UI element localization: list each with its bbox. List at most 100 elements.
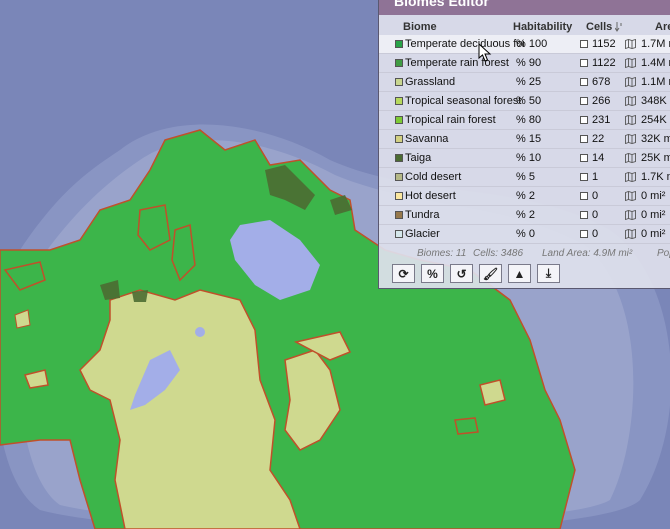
biome-name[interactable]: Hot desert [405,190,524,202]
biome-area: 0 mi² [641,190,666,202]
biome-habitability[interactable]: % 50 [516,95,541,107]
table-row[interactable]: Grassland% 25 678 1.1M mi² [379,73,670,92]
biome-color-swatch[interactable] [395,97,403,105]
download-button[interactable]: ⤓ [537,264,560,283]
biome-cells: 14 [592,152,605,164]
table-row[interactable]: Tropical rain forest% 80 231 254K mi² [379,111,670,130]
biome-color-swatch[interactable] [395,230,403,238]
biome-color-swatch[interactable] [395,173,403,181]
map-icon [625,134,636,144]
biome-name[interactable]: Temperate rain forest [405,57,524,69]
header-area[interactable]: Area [655,21,670,33]
biome-habitability[interactable]: % 10 [516,152,541,164]
biomes-editor-panel: Biomes Editor Biome Habitability Cells A… [378,0,670,289]
biome-name[interactable]: Tropical rain forest [405,114,524,126]
cells-checkbox[interactable] [580,154,588,162]
table-row[interactable]: Savanna% 15 22 32K mi² [379,130,670,149]
footer-land-area: Land Area: 4.9M mi² [542,248,633,259]
table-row[interactable]: Taiga% 10 14 25K mi² [379,149,670,168]
table-row[interactable]: Temperate rain forest% 90 1122 1.4M mi² [379,54,670,73]
biome-habitability[interactable]: % 5 [516,171,535,183]
restore-button[interactable]: ↺ [450,264,473,283]
biome-color-swatch[interactable] [395,59,403,67]
map-icon [625,229,636,239]
biome-cells: 1 [592,171,599,183]
biome-habitability[interactable]: % 25 [516,76,541,88]
biome-area: 254K mi² [641,114,670,126]
table-header: Biome Habitability Cells Area [379,15,670,35]
panel-footer: Biomes: 11 Cells: 3486 Land Area: 4.9M m… [379,244,670,262]
biome-habitability[interactable]: % 15 [516,133,541,145]
biome-habitability[interactable]: % 90 [516,57,541,69]
biome-area: 0 mi² [641,228,666,240]
download-icon: ⤓ [545,266,552,280]
biome-habitability[interactable]: % 2 [516,209,535,221]
cells-checkbox[interactable] [580,211,588,219]
map-icon [625,153,636,163]
refresh-icon: ⟳ [398,266,409,281]
biome-cells: 678 [592,76,611,88]
percent-icon: % [427,266,438,281]
cells-checkbox[interactable] [580,135,588,143]
biome-name[interactable]: Savanna [405,133,524,145]
footer-population: Pop [657,248,670,259]
tree-icon: ▲ [513,266,526,281]
table-row[interactable]: Hot desert% 2 0 0 mi² [379,187,670,206]
biome-color-swatch[interactable] [395,192,403,200]
header-habitability[interactable]: Habitability [513,21,572,33]
mouse-cursor-icon [478,43,492,62]
cells-checkbox[interactable] [580,78,588,86]
cells-checkbox[interactable] [580,230,588,238]
biome-area: 32K mi² [641,133,670,145]
biome-area: 1.1M mi² [641,76,670,88]
biome-area: 25K mi² [641,152,670,164]
biome-color-swatch[interactable] [395,40,403,48]
panel-title[interactable]: Biomes Editor [379,0,670,15]
biome-name[interactable]: Tropical seasonal forest [405,95,524,107]
cells-checkbox[interactable] [580,97,588,105]
biome-cells: 0 [592,209,599,221]
table-row[interactable]: Tropical seasonal forest% 50 266 348K mi² [379,92,670,111]
biome-name[interactable]: Tundra [405,209,524,221]
biome-color-swatch[interactable] [395,211,403,219]
footer-biomes: Biomes: 11 [417,248,467,259]
biome-color-swatch[interactable] [395,154,403,162]
header-biome[interactable]: Biome [403,21,437,33]
biome-name[interactable]: Temperate deciduous forest [405,38,524,50]
biome-name[interactable]: Cold desert [405,171,524,183]
table-row[interactable]: Temperate deciduous forest% 100 1152 1.7M … [379,35,670,54]
biome-area: 0 mi² [641,209,666,221]
map-icon [625,58,636,68]
footer-cells: Cells: 3486 [473,248,524,259]
toolbar: ⟳% ↺ 🖌 ▲ ⤓ [379,262,670,286]
biome-name[interactable]: Taiga [405,152,524,164]
biome-color-swatch[interactable] [395,135,403,143]
header-cells[interactable]: Cells [586,21,612,33]
biome-habitability[interactable]: % 80 [516,114,541,126]
add-biome-button[interactable]: ▲ [508,264,531,283]
biome-name[interactable]: Grassland [405,76,524,88]
brush-icon: 🖌 [482,266,499,281]
table-row[interactable]: Tundra% 2 0 0 mi² [379,206,670,225]
table-row[interactable]: Glacier% 0 0 0 mi² [379,225,670,244]
table-row[interactable]: Cold desert% 5 1 1.7K mi² [379,168,670,187]
biome-habitability[interactable]: % 2 [516,190,535,202]
biome-habitability[interactable]: % 0 [516,228,535,240]
cells-checkbox[interactable] [580,116,588,124]
sort-icon[interactable] [615,22,623,32]
map-icon [625,39,636,49]
cells-checkbox[interactable] [580,40,588,48]
biome-color-swatch[interactable] [395,116,403,124]
manual-edit-button[interactable]: 🖌 [479,264,502,283]
biome-habitability[interactable]: % 100 [516,38,547,50]
cells-checkbox[interactable] [580,59,588,67]
biome-color-swatch[interactable] [395,78,403,86]
map-icon [625,210,636,220]
biome-name[interactable]: Glacier [405,228,524,240]
cells-checkbox[interactable] [580,173,588,181]
regenerate-button[interactable]: ⟳ [392,264,415,283]
map-icon [625,172,636,182]
percentage-button[interactable]: % [421,264,444,283]
cells-checkbox[interactable] [580,192,588,200]
map-icon [625,77,636,87]
